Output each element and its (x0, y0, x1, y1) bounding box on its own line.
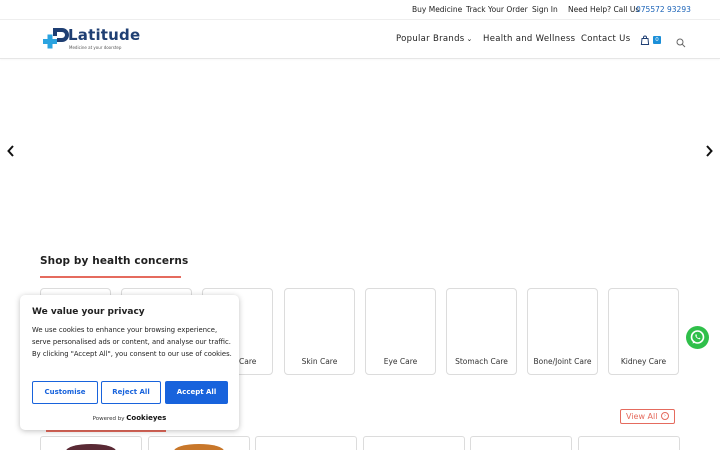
search-icon (676, 38, 686, 48)
phone-link[interactable]: 075572 93293 (636, 5, 691, 14)
product-card[interactable] (255, 436, 357, 450)
concern-card-label: Kidney Care (620, 357, 667, 366)
chevron-left-icon (7, 145, 14, 157)
concern-card-eye-care[interactable]: Eye Care (365, 288, 436, 375)
nav-popular-brands[interactable]: Popular Brands ⌄ (396, 34, 473, 44)
product-card[interactable] (363, 436, 465, 450)
cookieyes-logo: Cookieyes (126, 414, 167, 422)
nav-popular-brands-label: Popular Brands (396, 34, 465, 44)
cart-count-badge: 0 (653, 36, 661, 44)
logo-tagline: Medicine at your doorstep (69, 45, 122, 50)
product-card[interactable] (40, 436, 142, 450)
carousel-next-button[interactable] (702, 144, 716, 162)
section-underline (46, 430, 166, 432)
concern-card-label: Bone/Joint Care (533, 357, 592, 366)
cart-bag-icon (640, 35, 650, 45)
cookie-consent-banner: We value your privacy We use cookies to … (20, 295, 239, 430)
logo-cross-icon (43, 28, 69, 49)
main-header: Latitude Medicine at your doorstep Popul… (0, 20, 720, 59)
arrow-right-circle-icon: › (661, 412, 669, 420)
product-image (174, 444, 224, 450)
cart-button[interactable]: 0 (640, 33, 664, 47)
section-underline (40, 276, 181, 278)
product-card[interactable] (578, 436, 680, 450)
powered-by-label: Powered by (92, 416, 125, 422)
reject-all-button[interactable]: Reject All (101, 381, 161, 404)
site-logo[interactable]: Latitude Medicine at your doorstep (43, 26, 140, 54)
powered-by: Powered by Cookieyes (20, 414, 239, 422)
carousel-prev-button[interactable] (4, 144, 18, 162)
accept-all-button[interactable]: Accept All (165, 381, 228, 404)
view-all-label: View All (626, 412, 658, 421)
chevron-down-icon: ⌄ (466, 35, 473, 43)
nav-health-wellness[interactable]: Health and Wellness (483, 34, 575, 44)
top-bar: Buy Medicine Track Your Order Sign In Ne… (0, 0, 720, 20)
product-card[interactable] (148, 436, 250, 450)
concern-card-label: Stomach Care (455, 357, 508, 366)
logo-text: Latitude (68, 26, 141, 44)
concern-card-kidney-care[interactable]: Kidney Care (608, 288, 679, 375)
buy-medicine-link[interactable]: Buy Medicine (412, 5, 462, 14)
search-button[interactable] (676, 33, 688, 48)
chevron-right-icon (706, 145, 713, 157)
concern-card-stomach-care[interactable]: Stomach Care (446, 288, 517, 375)
concern-card-bone-joint-care[interactable]: Bone/Joint Care (527, 288, 598, 375)
concern-card-label: Care (239, 357, 257, 366)
product-image (66, 444, 116, 450)
cookie-description: We use cookies to enhance your browsing … (32, 326, 232, 358)
product-card[interactable] (470, 436, 572, 450)
cookie-title: We value your privacy (32, 307, 145, 317)
concern-card-label: Skin Care (301, 357, 338, 366)
concern-card-label: Eye Care (383, 357, 418, 366)
need-help-text: Need Help? Call Us (568, 5, 640, 14)
view-all-button[interactable]: View All › (620, 409, 675, 424)
whatsapp-icon (690, 330, 705, 344)
customise-button[interactable]: Customise (32, 381, 98, 404)
concern-card-skin-care[interactable]: Skin Care (284, 288, 355, 375)
nav-contact-us[interactable]: Contact Us (581, 34, 630, 44)
track-order-link[interactable]: Track Your Order (466, 5, 528, 14)
whatsapp-button[interactable] (686, 326, 709, 349)
health-concerns-title: Shop by health concerns (40, 255, 189, 267)
sign-in-link[interactable]: Sign In (532, 5, 558, 14)
